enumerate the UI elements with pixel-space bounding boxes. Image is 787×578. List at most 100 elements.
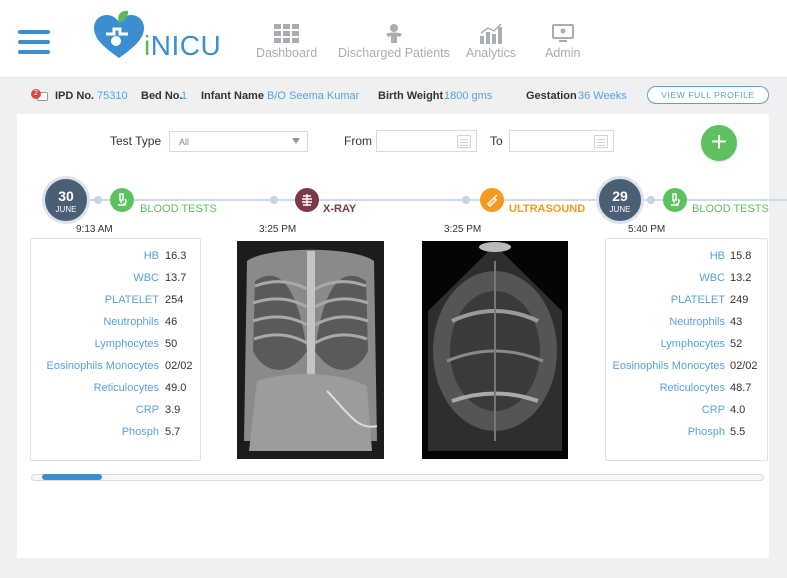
microscope-icon[interactable] xyxy=(110,188,134,212)
ultrasound-probe-icon[interactable] xyxy=(480,188,504,212)
lab-result-row: PLATELET 249 xyxy=(606,294,767,310)
lab-test-name: Neutrophils xyxy=(669,316,725,328)
lab-test-name: CRP xyxy=(701,404,725,416)
analytics-chart-icon xyxy=(480,24,503,44)
lab-test-value: 16.3 xyxy=(165,250,187,262)
lab-test-value: 15.8 xyxy=(730,250,752,262)
lab-test-value: 5.7 xyxy=(165,426,181,438)
xray-chest-image xyxy=(237,241,384,459)
test-type-select[interactable]: All xyxy=(169,131,308,152)
nav-analytics-label: Analytics xyxy=(466,46,517,60)
to-date-input[interactable] xyxy=(509,130,614,152)
event-type-label[interactable]: BLOOD TESTS xyxy=(692,203,769,215)
lab-test-name: Phosph xyxy=(121,426,159,438)
chevron-down-icon xyxy=(292,138,300,144)
timeline-scrollbar[interactable] xyxy=(31,474,764,481)
lab-result-row: Reticulocytes 49.0 xyxy=(31,382,200,398)
date-month: JUNE xyxy=(55,205,77,214)
date-marker-2: 29 JUNE xyxy=(596,176,644,224)
heart-leaf-logo-icon xyxy=(94,10,144,58)
brand-name: iNICU xyxy=(144,30,222,61)
lab-result-row: HB 15.8 xyxy=(606,250,767,266)
app-logo[interactable]: iNICU xyxy=(92,10,227,65)
lab-result-row: CRP 3.9 xyxy=(31,404,200,420)
xray-image[interactable] xyxy=(237,241,384,459)
event-time: 3:25 PM xyxy=(444,224,482,235)
discharged-baby-icon xyxy=(385,24,402,43)
lab-test-value: 249 xyxy=(730,294,749,306)
lab-test-name: Reticulocytes xyxy=(659,382,725,394)
lab-test-name: Reticulocytes xyxy=(93,382,159,394)
lab-result-row: Phosph 5.7 xyxy=(31,426,200,442)
lab-result-row: Lymphocytes 50 xyxy=(31,338,200,354)
nav-analytics[interactable]: Analytics xyxy=(466,24,516,60)
from-date-input[interactable] xyxy=(376,130,477,152)
lab-result-row: WBC 13.2 xyxy=(606,272,767,288)
calendar-icon[interactable] xyxy=(594,135,608,148)
lab-test-name: PLATELET xyxy=(104,294,159,306)
admin-monitor-icon xyxy=(551,24,574,42)
lab-test-name: CRP xyxy=(135,404,159,416)
timeline-dot xyxy=(94,196,102,204)
ipd-label: IPD No. xyxy=(55,90,95,102)
date-day: 29 xyxy=(612,188,628,204)
event-type-label[interactable]: BLOOD TESTS xyxy=(140,203,217,215)
lab-test-name: PLATELET xyxy=(670,294,725,306)
event-time: 9:13 AM xyxy=(76,224,113,235)
date-month: JUNE xyxy=(609,205,631,214)
lab-test-value: 49.0 xyxy=(165,382,187,394)
menu-icon[interactable] xyxy=(18,30,50,54)
lab-test-name: Neutrophils xyxy=(103,316,159,328)
calendar-icon[interactable] xyxy=(457,135,471,148)
gestation-label: Gestation xyxy=(526,90,577,102)
badge-count: 2 xyxy=(31,89,41,99)
event-type-label[interactable]: X-RAY xyxy=(323,203,356,215)
timeline-dot xyxy=(462,196,470,204)
lab-test-value: 52 xyxy=(730,338,743,350)
lab-test-value: 5.5 xyxy=(730,426,746,438)
event-time: 3:25 PM xyxy=(259,224,297,235)
birth-weight-value: 1800 gms xyxy=(444,90,493,102)
lab-result-row: Lymphocytes 52 xyxy=(606,338,767,354)
brand-text: NICU xyxy=(150,30,222,61)
microscope-icon[interactable] xyxy=(663,188,687,212)
add-test-button[interactable]: + xyxy=(701,125,737,161)
lab-test-value: 13.7 xyxy=(165,272,187,284)
nav-admin[interactable]: Admin xyxy=(545,24,580,60)
lab-result-row: Eosinophils Monocytes 02/02 xyxy=(606,360,767,376)
lab-test-name: Phosph xyxy=(687,426,725,438)
event-time: 5:40 PM xyxy=(628,224,666,235)
test-type-value: All xyxy=(179,137,190,147)
lab-test-value: 3.9 xyxy=(165,404,181,416)
lab-test-name: Eosinophils Monocytes xyxy=(46,360,159,372)
ribcage-icon[interactable] xyxy=(295,188,319,212)
lab-test-value: 4.0 xyxy=(730,404,746,416)
lab-test-value: 13.2 xyxy=(730,272,752,284)
notification-badge[interactable]: 2 xyxy=(31,89,49,103)
nav-admin-label: Admin xyxy=(545,46,581,60)
ultrasound-scan-image xyxy=(422,241,568,459)
lab-test-value: 50 xyxy=(165,338,178,350)
scrollbar-thumb[interactable] xyxy=(42,474,102,480)
lab-test-value: 43 xyxy=(730,316,743,328)
blood-test-card-1[interactable]: HB 16.3 WBC 13.7 PLATELET 254 Neutrophils 46 Lym… xyxy=(30,238,201,461)
ultrasound-image[interactable] xyxy=(422,241,568,459)
from-label: From xyxy=(344,134,372,148)
blood-test-card-2[interactable]: HB 15.8 WBC 13.2 PLATELET 249 Neutrophils 43 Lym… xyxy=(605,238,768,461)
bed-value: 1 xyxy=(181,90,188,102)
lab-test-value: 48.7 xyxy=(730,382,752,394)
ipd-value: 75310 xyxy=(97,90,128,102)
nav-dashboard[interactable]: Dashboard xyxy=(256,24,317,60)
lab-result-row: CRP 4.0 xyxy=(606,404,767,420)
lab-result-row: HB 16.3 xyxy=(31,250,200,266)
lab-test-name: Eosinophils Monocytes xyxy=(612,360,725,372)
event-type-label[interactable]: ULTRASOUND xyxy=(509,203,585,215)
lab-result-row: WBC 13.7 xyxy=(31,272,200,288)
nav-discharged-patients[interactable]: Discharged Patients xyxy=(338,24,450,60)
lab-test-name: Lymphocytes xyxy=(660,338,725,350)
lab-test-value: 254 xyxy=(165,294,184,306)
gestation-value: 36 Weeks xyxy=(578,90,627,102)
view-full-profile-button[interactable]: VIEW FULL PROFILE xyxy=(647,86,769,104)
birth-weight-label: Birth Weight xyxy=(378,90,444,102)
lab-test-value: 02/02 xyxy=(165,360,193,372)
